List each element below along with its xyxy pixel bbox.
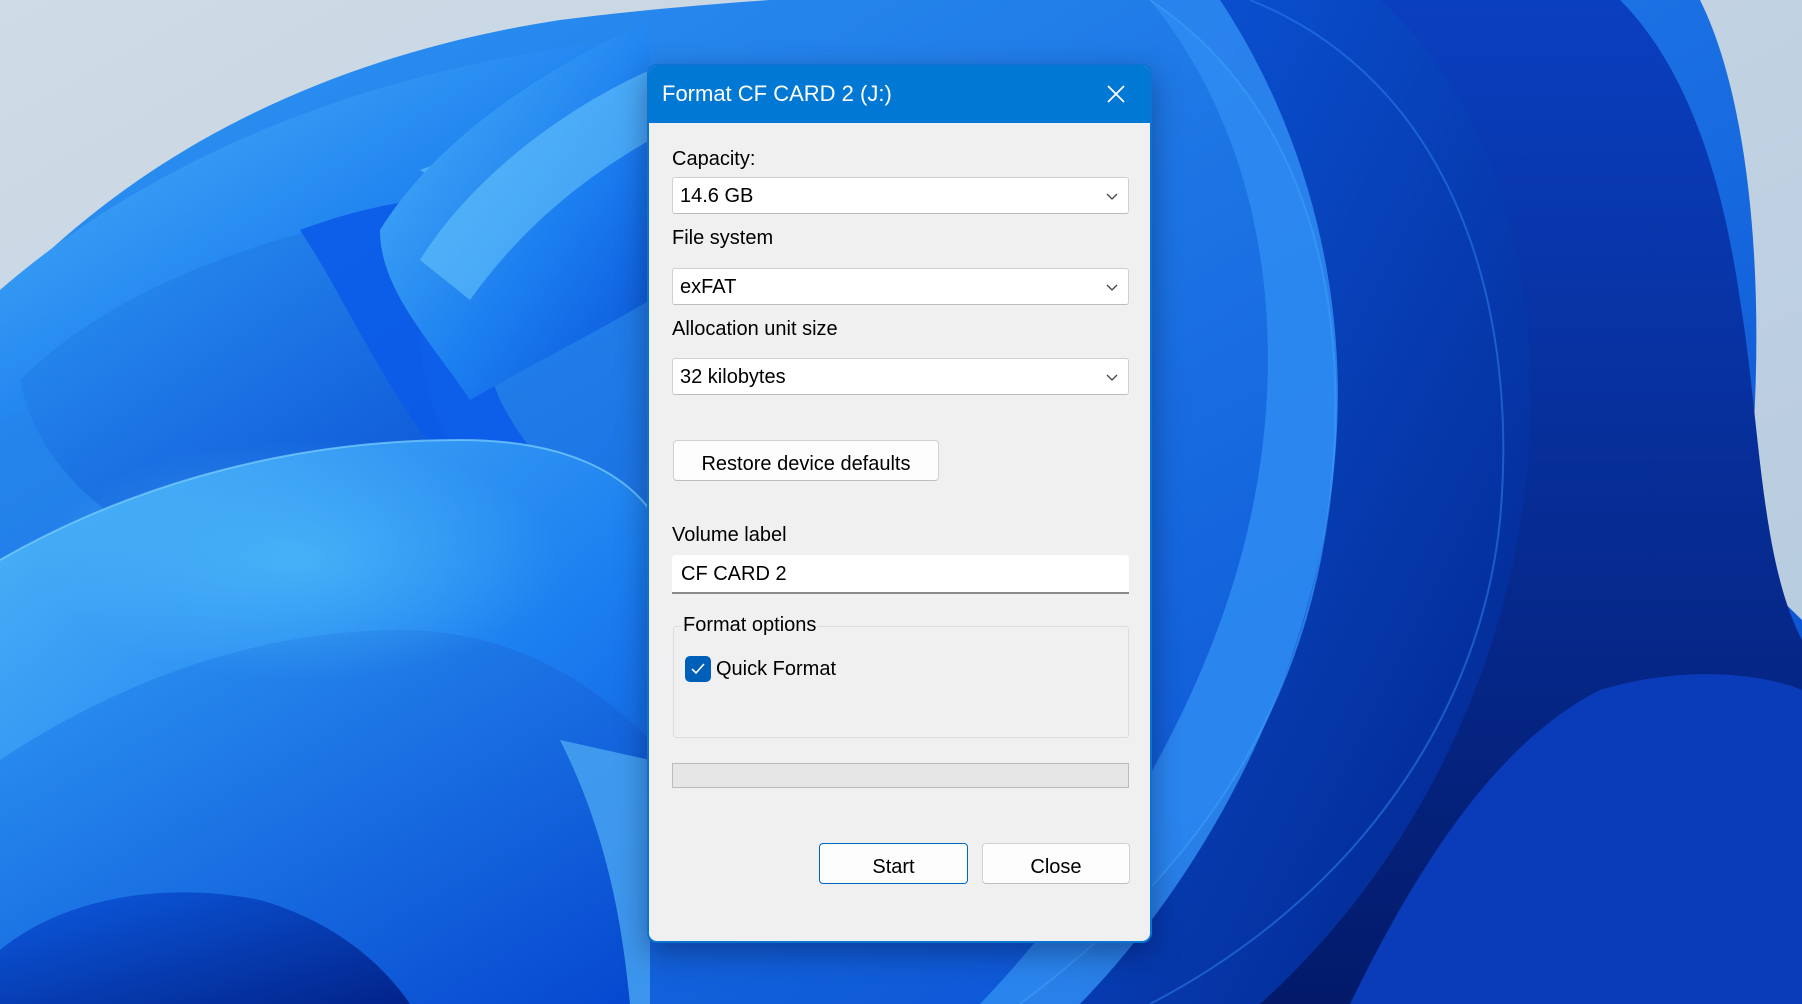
capacity-label: Capacity: bbox=[672, 148, 756, 170]
close-window-button[interactable] bbox=[1098, 78, 1134, 110]
volume-label-input[interactable] bbox=[672, 555, 1129, 594]
chevron-down-icon bbox=[1106, 284, 1118, 291]
file-system-label: File system bbox=[672, 227, 774, 249]
allocation-unit-value: 32 kilobytes bbox=[680, 366, 786, 388]
format-dialog: Format CF CARD 2 (J:) Capacity: 14.6 GB … bbox=[647, 64, 1152, 943]
close-label: Close bbox=[1030, 856, 1082, 878]
chevron-down-icon bbox=[1106, 374, 1118, 381]
allocation-unit-label: Allocation unit size bbox=[672, 318, 838, 340]
allocation-unit-dropdown[interactable]: 32 kilobytes bbox=[672, 358, 1129, 395]
format-options-title: Format options bbox=[681, 613, 819, 637]
capacity-dropdown[interactable]: 14.6 GB bbox=[672, 177, 1129, 214]
format-options-group bbox=[673, 626, 1129, 738]
file-system-dropdown[interactable]: exFAT bbox=[672, 268, 1129, 305]
restore-device-defaults-button[interactable]: Restore device defaults bbox=[673, 440, 939, 481]
volume-label-label: Volume label bbox=[672, 524, 787, 546]
checkmark-icon bbox=[691, 663, 705, 675]
chevron-down-icon bbox=[1106, 193, 1118, 200]
capacity-value: 14.6 GB bbox=[680, 185, 754, 207]
checkbox-checked[interactable] bbox=[685, 656, 711, 682]
restore-device-defaults-label: Restore device defaults bbox=[701, 453, 911, 475]
format-progress-bar bbox=[672, 763, 1129, 788]
start-button[interactable]: Start bbox=[819, 843, 968, 884]
close-icon bbox=[1107, 85, 1125, 103]
file-system-value: exFAT bbox=[680, 276, 737, 298]
start-label: Start bbox=[872, 856, 915, 878]
quick-format-label: Quick Format bbox=[716, 658, 837, 680]
dialog-title: Format CF CARD 2 (J:) bbox=[662, 81, 892, 106]
close-button[interactable]: Close bbox=[982, 843, 1130, 884]
bloom-glow bbox=[40, 440, 560, 680]
title-bar[interactable]: Format CF CARD 2 (J:) bbox=[649, 66, 1150, 123]
